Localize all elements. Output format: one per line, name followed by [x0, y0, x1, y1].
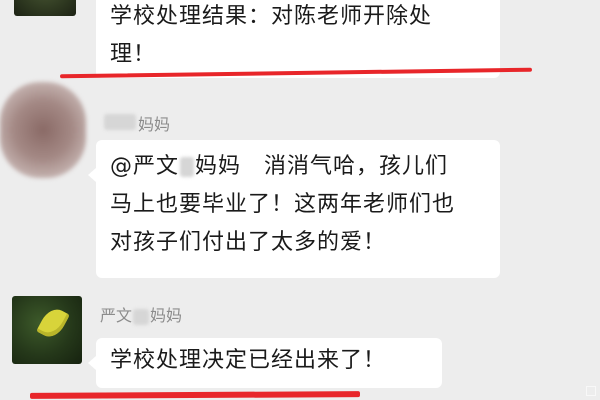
sender-name-suffix: 妈妈 [150, 306, 183, 325]
mention-prefix: @严文 [110, 154, 180, 179]
message-line-1: @严文 妈妈 消消气哈，孩儿们 [110, 148, 486, 186]
sender-name: 妈妈 [138, 115, 171, 134]
message-bubble[interactable]: 学校处理决定已经出来了！ [96, 338, 442, 388]
chat-window: 学校处理结果：对陈老师开除处 理！ 妈妈 @严文 妈妈 消消气哈，孩儿们 马上也要… [0, 0, 600, 400]
red-underline-mark [29, 391, 361, 399]
redacted-char [133, 308, 150, 325]
sender-avatar[interactable] [14, 0, 76, 16]
leaf-icon [36, 304, 70, 342]
message-line: 对孩子们付出了太多的爱！ [110, 230, 387, 255]
message-line: 学校处理决定已经出来了！ [110, 348, 387, 373]
message-line: 马上也要毕业了！这两年老师们也 [110, 192, 456, 217]
message-bubble[interactable]: 学校处理结果：对陈老师开除处 理！ [96, 0, 500, 78]
bubble-tail [88, 168, 96, 182]
sender-avatar-leaf[interactable] [12, 296, 82, 364]
bubble-tail [88, 356, 96, 370]
sender-name-prefix: 严文 [100, 306, 133, 325]
watermark-icon [586, 386, 596, 396]
message-line: 学校处理结果：对陈老师开除处 [110, 4, 433, 29]
message-bubble[interactable]: @严文 妈妈 消消气哈，孩儿们 马上也要毕业了！这两年老师们也 对孩子们付出了太多… [96, 140, 500, 278]
sender-name: 严文 妈妈 [100, 302, 182, 326]
mention-rest: 妈妈 消消气哈，孩儿们 [195, 154, 449, 179]
redacted-name-part [104, 114, 136, 130]
redacted-char [180, 157, 195, 177]
sender-avatar-blurred[interactable] [0, 82, 86, 178]
